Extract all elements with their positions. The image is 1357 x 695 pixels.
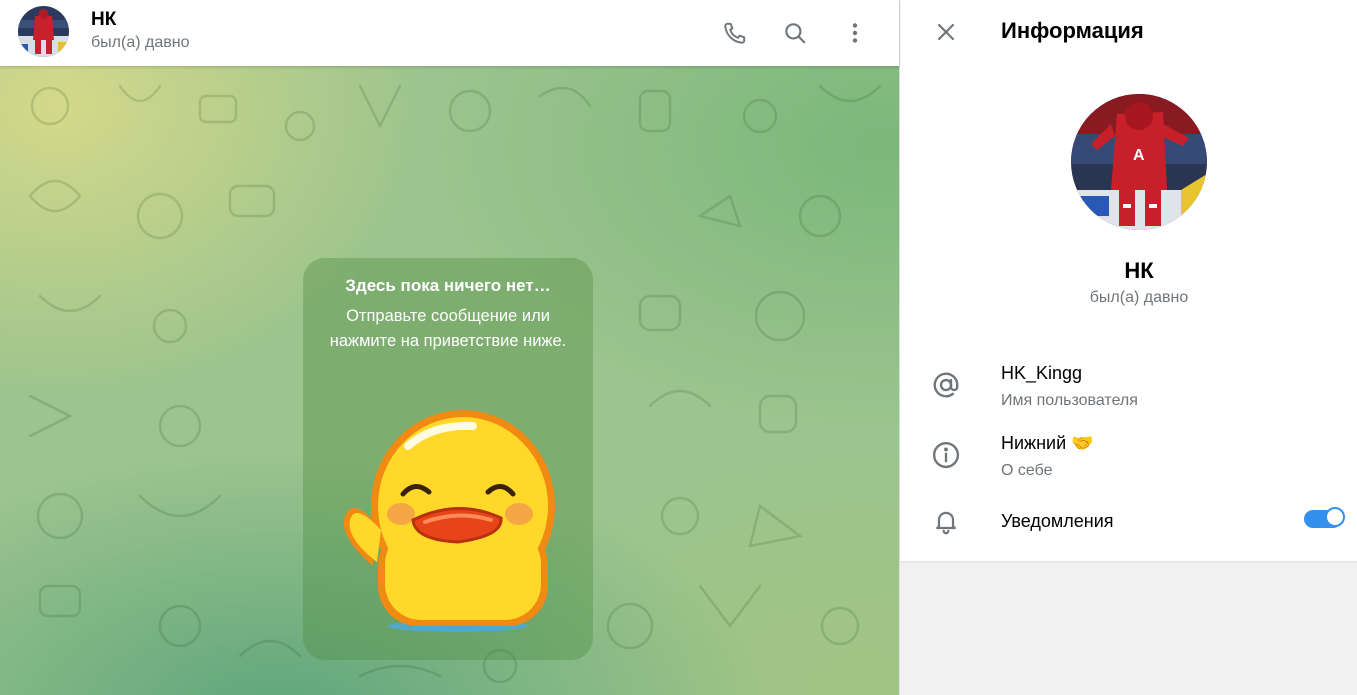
search-button[interactable] [774,12,816,54]
waving-duck-sticker[interactable] [333,406,563,636]
notifications-toggle[interactable] [1304,507,1345,528]
chat-column: НК был(а) давно Здесь пока ничего нет… О… [0,0,899,695]
chat-status: был(а) давно [91,34,190,51]
phone-icon [724,22,746,44]
call-button[interactable] [714,12,756,54]
notifications-label: Уведомления [1001,511,1114,531]
chat-title[interactable]: НК [91,9,116,31]
profile-name: НК [1124,258,1154,283]
chat-avatar[interactable] [18,6,69,57]
info-card: Информация A НК был(а) давно HK_Kingg Им… [900,0,1357,561]
more-vertical-icon [852,23,858,43]
bio-value: Нижний 🤝 [1001,433,1094,453]
bio-label: О себе [1001,462,1053,479]
at-sign-icon [930,369,962,401]
close-button[interactable] [924,10,968,54]
info-icon [930,439,962,471]
username-label: Имя пользователя [1001,392,1138,409]
more-button[interactable] [834,12,876,54]
profile-avatar[interactable]: A [1071,94,1207,230]
empty-state-title: Здесь пока ничего нет… [345,276,551,295]
svg-text:A: A [1133,147,1145,164]
bell-icon [930,505,962,537]
chat-background: Здесь пока ничего нет… Отправьте сообщен… [0,66,899,695]
chat-header[interactable]: НК был(а) давно [0,0,899,66]
close-icon [937,23,955,41]
username-value: HK_Kingg [1001,363,1083,383]
empty-state-text: Отправьте сообщение или нажмите на приве… [329,307,567,350]
info-panel-title: Информация [1001,18,1144,43]
info-panel: Информация A НК был(а) давно HK_Kingg Им… [899,0,1357,695]
profile-status: был(а) давно [1089,289,1189,306]
empty-chat-card: Здесь пока ничего нет… Отправьте сообщен… [303,258,593,660]
toggle-knob [1325,507,1345,527]
search-icon [785,23,806,44]
